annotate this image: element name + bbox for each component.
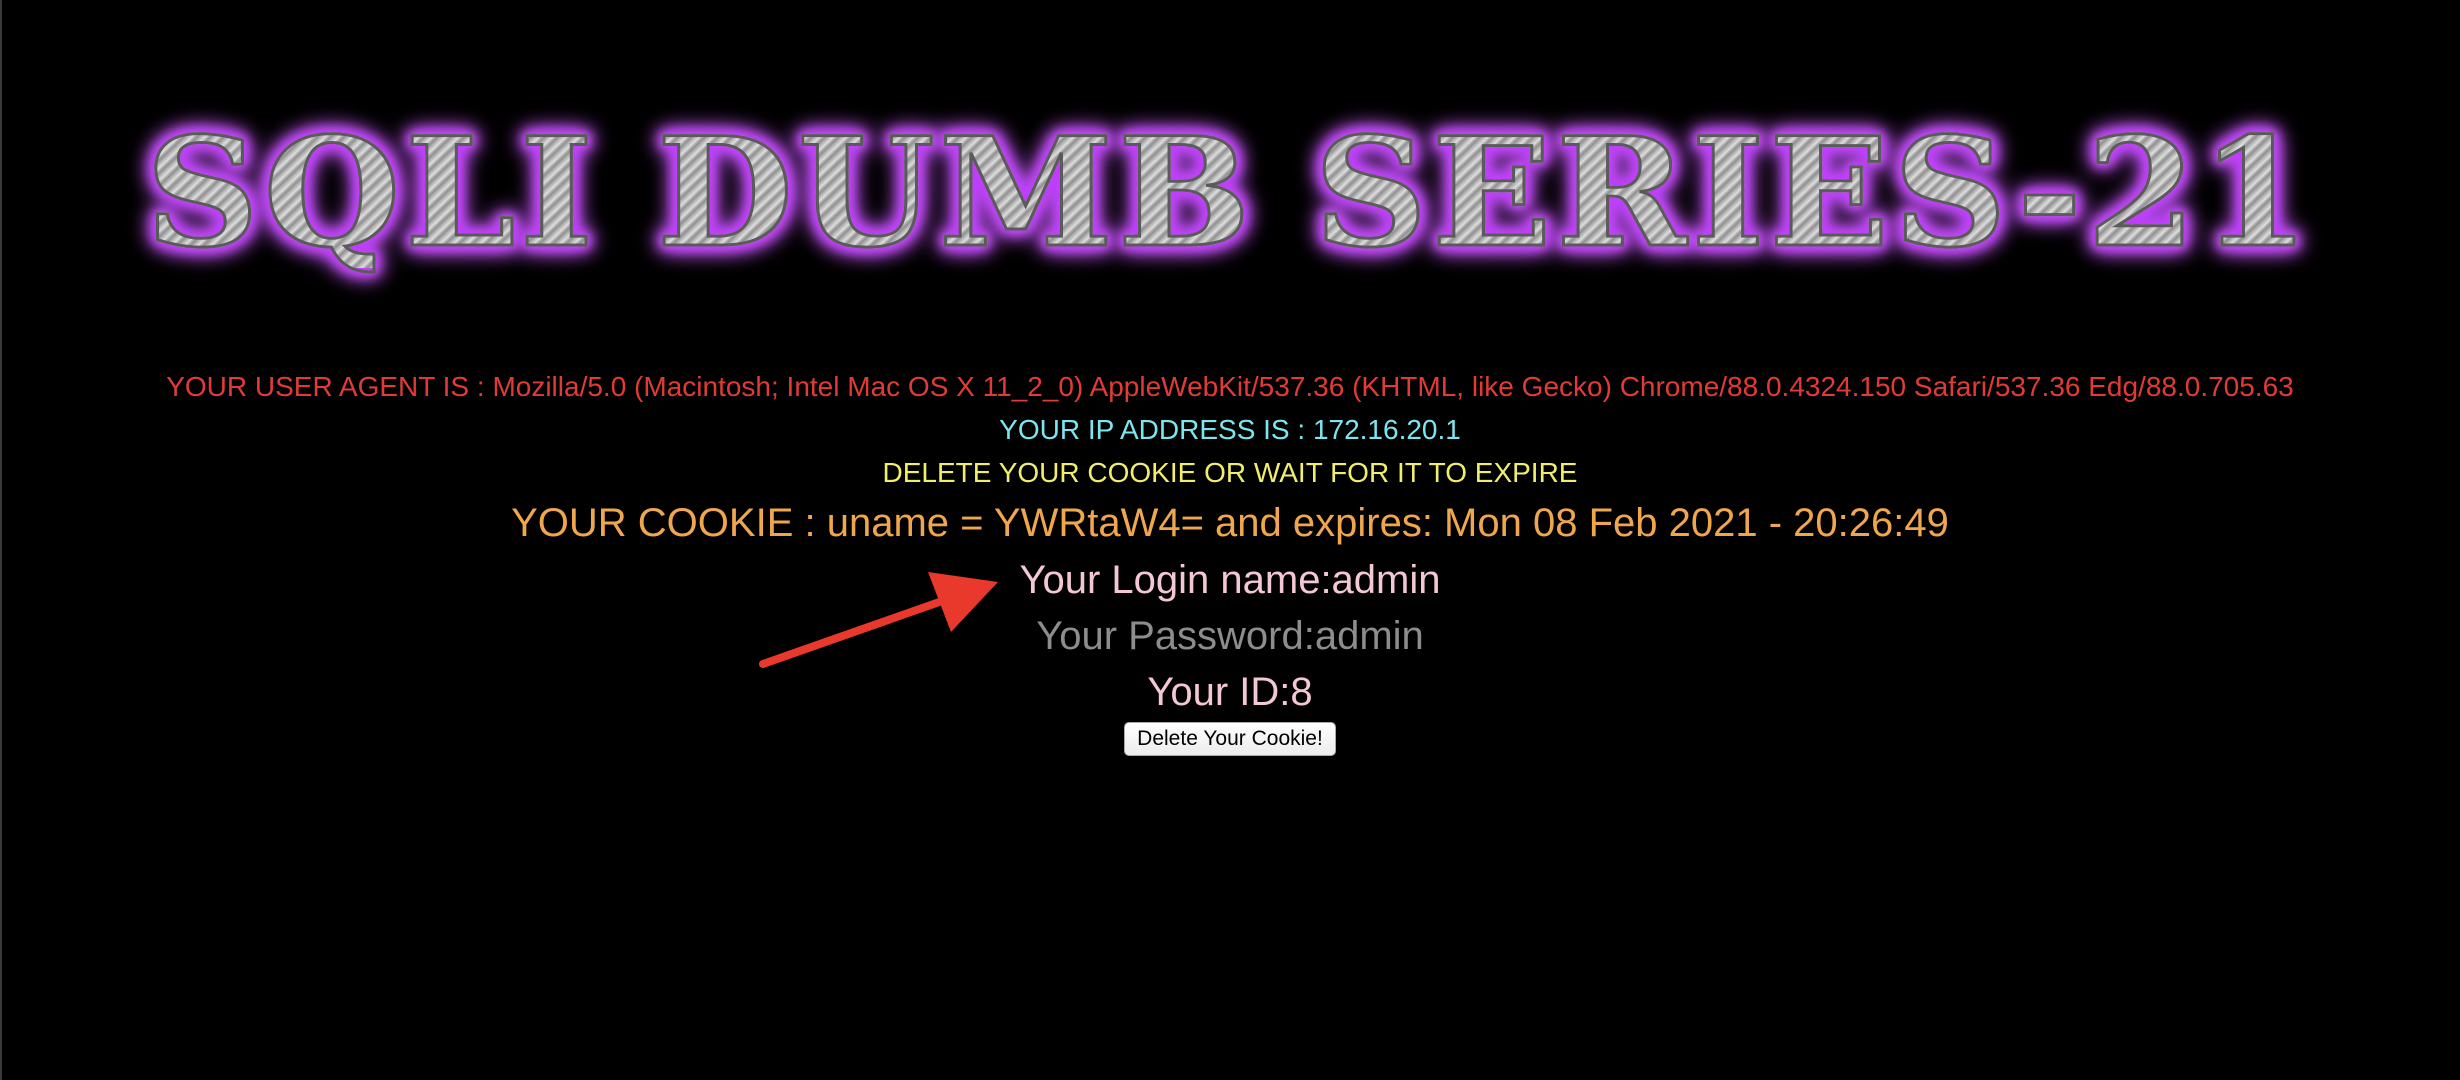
- ip-address-text: YOUR IP ADDRESS IS : 172.16.20.1: [999, 414, 1461, 445]
- password-text: Your Password:admin: [1036, 614, 1424, 658]
- user-id-text: Your ID:8: [1147, 670, 1313, 714]
- user-agent-text: YOUR USER AGENT IS : Mozilla/5.0 (Macint…: [166, 371, 2294, 402]
- banner: SQLI DUMB SERIES-21: [0, 105, 2460, 281]
- delete-cookie-message: DELETE YOUR COOKIE OR WAIT FOR IT TO EXP…: [882, 457, 1578, 488]
- info-panel: YOUR USER AGENT IS : Mozilla/5.0 (Macint…: [0, 365, 2460, 756]
- delete-cookie-button[interactable]: Delete Your Cookie!: [1124, 722, 1336, 756]
- login-name-text: Your Login name:admin: [1019, 558, 1441, 602]
- button-row: Delete Your Cookie!: [0, 722, 2460, 756]
- banner-title: SQLI DUMB SERIES-21: [144, 105, 2315, 281]
- page: SQLI DUMB SERIES-21 YOUR USER AGENT IS :…: [0, 0, 2460, 1080]
- cookie-text: YOUR COOKIE : uname = YWRtaW4= and expir…: [511, 501, 1949, 545]
